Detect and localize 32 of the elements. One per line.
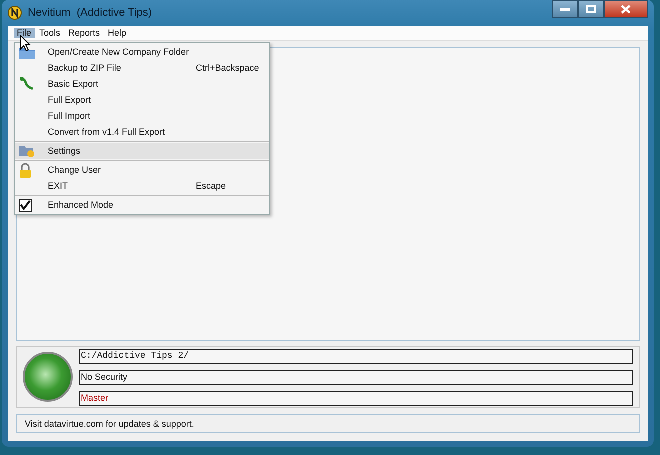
window-title: Nevitium (Addictive Tips) [28, 7, 152, 19]
menu-item[interactable]: File [14, 28, 35, 38]
export-icon [19, 77, 35, 91]
settings-icon [19, 144, 35, 158]
folder-icon [19, 46, 35, 58]
menu-entry[interactable]: Open/Create New Company Folder [15, 44, 269, 60]
menu-entry[interactable]: Basic Export [15, 76, 269, 92]
close-icon [621, 4, 631, 14]
minimize-icon [560, 7, 570, 11]
close-button[interactable] [604, 0, 648, 18]
maximize-icon [586, 5, 596, 13]
menu-entry[interactable]: Settings [15, 143, 269, 159]
menu-entry[interactable]: Enhanced Mode [15, 197, 269, 213]
info-field: C:/Addictive Tips 2/ [79, 348, 633, 364]
maximize-button[interactable] [578, 0, 604, 18]
menu-entry[interactable]: EXIT Escape [15, 178, 269, 194]
checkbox[interactable] [19, 198, 32, 212]
lock-icon [19, 162, 32, 178]
app-logo-icon [8, 6, 22, 20]
info-field: No Security [79, 370, 633, 385]
menu-entry[interactable]: Full Export [15, 92, 269, 108]
menu-entry[interactable]: Backup to ZIP File Ctrl+Backspace [15, 60, 269, 76]
status-light-icon [23, 352, 73, 402]
status-text: Visit datavirtue.com for updates & support. [25, 418, 194, 429]
menu-item[interactable]: Help [105, 28, 130, 38]
info-field: Master [79, 390, 633, 406]
minimize-button[interactable] [552, 0, 578, 18]
menu-entry[interactable]: Change User [15, 162, 269, 178]
menu-entry[interactable]: Convert from v1.4 Full Export [15, 124, 269, 140]
menu-item[interactable]: Tools [36, 28, 64, 38]
menu-item[interactable]: Reports [66, 28, 104, 38]
menu-entry[interactable]: Full Import [15, 108, 269, 124]
